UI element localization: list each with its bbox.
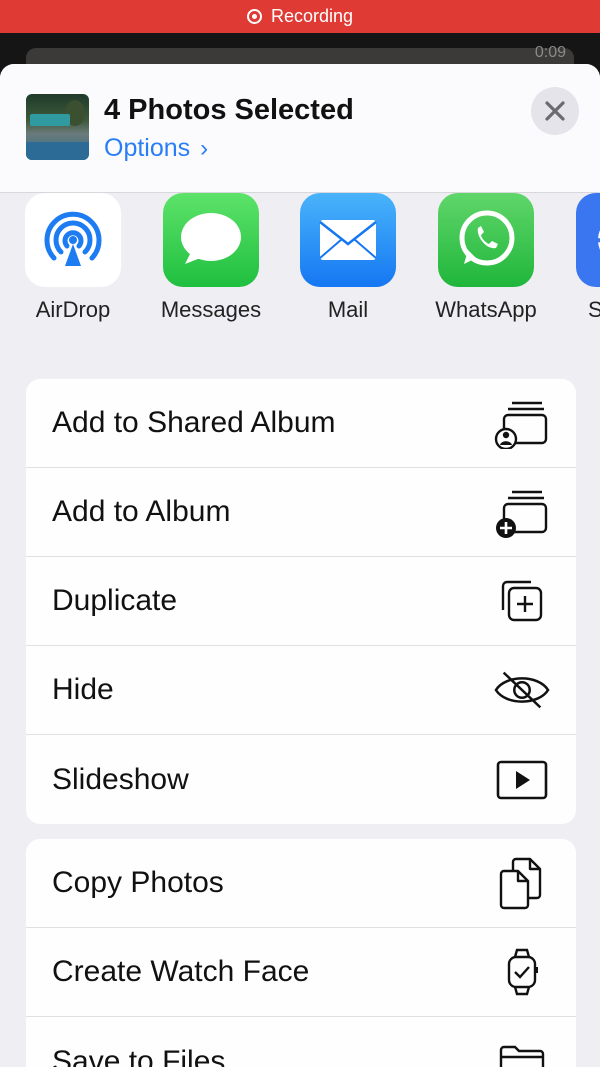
messages-icon — [163, 193, 259, 287]
copy-icon — [494, 855, 550, 911]
action-save-to-files[interactable]: Save to Files — [26, 1017, 576, 1067]
video-duration: 0:09 — [534, 44, 566, 61]
action-label: Add to Shared Album — [52, 406, 336, 439]
action-label: Duplicate — [52, 584, 178, 617]
signal-icon — [576, 193, 600, 287]
action-label: Create Watch Face — [52, 955, 310, 988]
action-slideshow[interactable]: Slideshow — [26, 735, 576, 824]
shared-album-icon — [494, 395, 550, 451]
action-copy-photos[interactable]: Copy Photos — [26, 839, 576, 928]
sheet-title: 4 Photos Selected — [104, 94, 354, 126]
share-app-airdrop[interactable]: AirDrop — [13, 193, 133, 323]
share-app-whatsapp[interactable]: WhatsApp — [426, 193, 546, 323]
selected-photos-thumbnail — [26, 94, 89, 160]
share-app-label: AirDrop — [35, 297, 111, 322]
share-app-mail[interactable]: Mail — [288, 193, 408, 323]
chevron-right-icon: › — [200, 134, 209, 162]
add-album-icon — [494, 484, 550, 540]
options-label: Options — [104, 134, 191, 162]
options-button[interactable]: Options › — [104, 134, 208, 163]
action-label: Copy Photos — [52, 866, 224, 899]
share-app-label: S — [588, 297, 600, 322]
folder-icon — [494, 1034, 550, 1067]
play-icon — [494, 752, 550, 808]
share-app-label: WhatsApp — [435, 297, 537, 322]
share-app-label: Messages — [160, 297, 262, 322]
share-sheet: 4 Photos Selected Options › AirDrop Mess… — [0, 64, 600, 1067]
action-add-to-shared-album[interactable]: Add to Shared Album — [26, 379, 576, 468]
action-add-to-album[interactable]: Add to Album — [26, 468, 576, 557]
record-icon — [246, 9, 262, 24]
actions-group-more: Copy Photos Create Watch Face Save to Fi… — [26, 839, 576, 1067]
recording-status-bar[interactable]: Recording — [0, 0, 600, 33]
action-label: Save to Files — [52, 1044, 226, 1067]
action-create-watch-face[interactable]: Create Watch Face — [26, 928, 576, 1017]
whatsapp-icon — [438, 193, 534, 287]
share-app-label: Mail — [327, 297, 369, 322]
actions-group-photos: Add to Shared Album Add to Album Duplica… — [26, 379, 576, 824]
mail-icon — [300, 193, 396, 287]
action-hide[interactable]: Hide — [26, 646, 576, 735]
action-duplicate[interactable]: Duplicate — [26, 557, 576, 646]
duplicate-icon — [494, 573, 550, 629]
app-share-row: AirDrop Messages Mail WhatsApp S — [0, 193, 600, 329]
share-app-signal[interactable]: S — [564, 193, 600, 323]
airdrop-icon — [25, 193, 121, 287]
watch-icon — [494, 944, 550, 1000]
eye-slash-icon — [494, 662, 550, 718]
close-button[interactable] — [531, 87, 579, 135]
action-label: Hide — [52, 673, 114, 706]
close-icon — [545, 101, 565, 121]
recording-label: Recording — [270, 6, 354, 26]
share-sheet-header: 4 Photos Selected Options › — [0, 64, 600, 193]
action-label: Add to Album — [52, 495, 231, 528]
share-app-messages[interactable]: Messages — [151, 193, 271, 323]
action-label: Slideshow — [52, 762, 189, 796]
